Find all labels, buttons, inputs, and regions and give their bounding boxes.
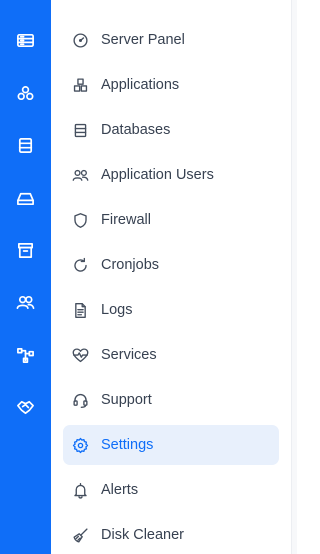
nav-item-applications[interactable]: Applications [63, 65, 279, 105]
heart-pulse-icon [71, 346, 89, 364]
broom-icon [71, 526, 89, 544]
nav-item-disk-cleaner[interactable]: Disk Cleaner [63, 515, 279, 554]
nav-item-alerts[interactable]: Alerts [63, 470, 279, 510]
nav-label: Alerts [101, 482, 139, 498]
applications-icon [17, 85, 34, 100]
nav-label: Logs [101, 302, 133, 318]
rail-archive-button[interactable] [0, 230, 51, 270]
rail-users-button[interactable] [0, 282, 51, 322]
rail-handshake-button[interactable] [0, 387, 51, 427]
users-icon [16, 295, 35, 309]
rail-network-button[interactable] [0, 335, 51, 375]
nav-item-firewall[interactable]: Firewall [63, 200, 279, 240]
rail-server-panel-button[interactable] [0, 20, 51, 60]
nav-item-services[interactable]: Services [63, 335, 279, 375]
nav-label: Server Panel [101, 32, 185, 48]
databases-icon [18, 137, 33, 153]
nav-label: Application Users [101, 167, 214, 183]
rail-drive-button[interactable] [0, 178, 51, 218]
boxes-icon [71, 76, 89, 94]
nav-label: Databases [101, 122, 171, 138]
nav-label: Cronjobs [101, 257, 160, 273]
server-panel-icon [17, 33, 34, 47]
users-icon [71, 166, 89, 184]
nav-label: Disk Cleaner [101, 527, 184, 543]
nav-item-logs[interactable]: Logs [63, 290, 279, 330]
archive-icon [17, 242, 34, 258]
refresh-icon [71, 256, 89, 274]
bell-icon [71, 481, 89, 499]
network-icon [17, 347, 34, 363]
drive-icon [17, 192, 34, 205]
nav-label: Applications [101, 77, 180, 93]
nav-label: Support [101, 392, 152, 408]
nav-item-support[interactable]: Support [63, 380, 279, 420]
nav-label: Settings [101, 437, 154, 453]
handshake-icon [17, 400, 34, 414]
nav-label: Firewall [101, 212, 151, 228]
headset-icon [71, 391, 89, 409]
icon-rail [0, 0, 51, 554]
nav-item-cronjobs[interactable]: Cronjobs [63, 245, 279, 285]
nav-item-databases[interactable]: Databases [63, 110, 279, 150]
nav-label: Services [101, 347, 157, 363]
nav-item-application-users[interactable]: Application Users [63, 155, 279, 195]
rail-applications-button[interactable] [0, 73, 51, 113]
file-text-icon [71, 301, 89, 319]
gauge-icon [71, 31, 89, 49]
nav-item-server-panel[interactable]: Server Panel [63, 20, 279, 60]
rail-databases-button[interactable] [0, 125, 51, 165]
shield-icon [71, 211, 89, 229]
nav-item-settings[interactable]: Settings [63, 425, 279, 465]
panel-divider [291, 0, 297, 554]
database-icon [71, 121, 89, 139]
gear-icon [71, 436, 89, 454]
